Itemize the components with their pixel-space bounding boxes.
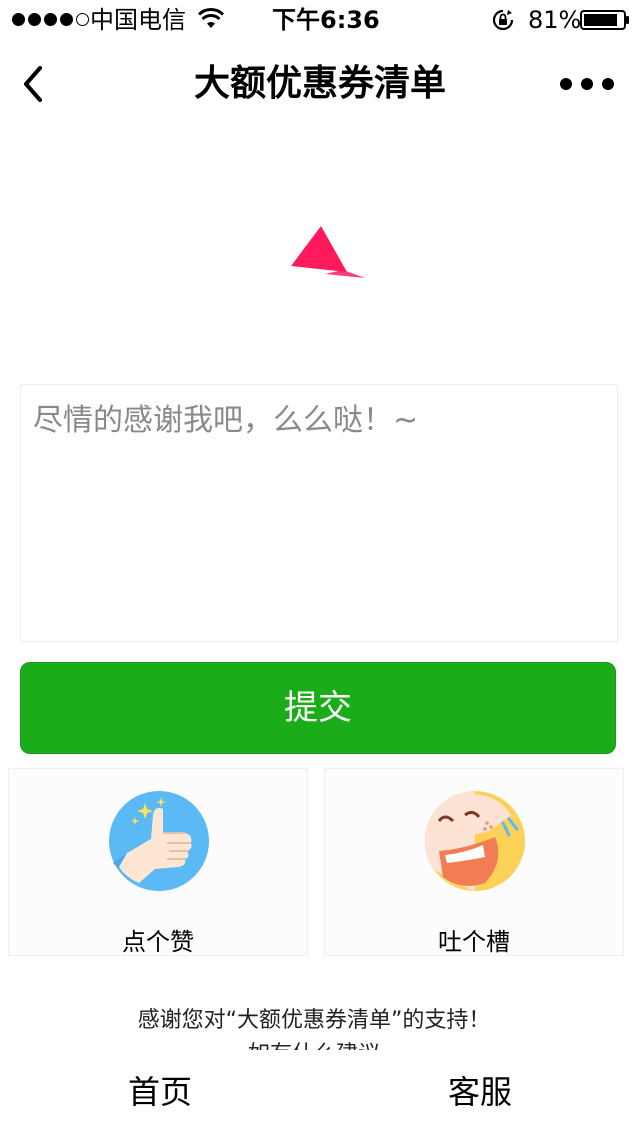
thanks-text: 感谢您对“大额优惠券清单”的支持！ [137, 1008, 491, 1033]
nav-bar: 大额优惠券清单 [0, 40, 640, 128]
wifi-icon [198, 8, 224, 28]
battery-percentage: 81% [528, 6, 582, 34]
laughing-face-icon [425, 791, 525, 891]
carrier-name: 中国电信 [90, 6, 186, 34]
thumbs-up-icon [109, 791, 209, 891]
status-bar: 中国电信 下午6:36 81% [0, 0, 640, 40]
rotation-lock-icon [492, 9, 514, 31]
roast-card[interactable]: 吐个槽 [324, 768, 624, 956]
signal-strength-icon [12, 13, 89, 26]
back-icon[interactable] [18, 62, 48, 106]
tab-home[interactable]: 首页 [80, 1070, 240, 1114]
submit-button[interactable]: 提交 [20, 662, 616, 754]
roast-label: 吐个槽 [438, 928, 510, 956]
loader-icon [291, 226, 365, 278]
tab-bar: 首页 客服 [0, 1050, 640, 1136]
like-card[interactable]: 点个赞 [8, 768, 308, 956]
tab-customer-service[interactable]: 客服 [400, 1070, 560, 1114]
page-title: 大额优惠券清单 [193, 63, 446, 104]
more-icon[interactable] [560, 78, 614, 90]
page: 中国电信 下午6:36 81% 大额优惠券清单 尽情的感谢我吧，么么哒！~ 提交… [0, 0, 640, 1136]
battery-icon [580, 10, 629, 30]
status-time: 下午6:36 [272, 6, 380, 34]
like-label: 点个赞 [122, 928, 194, 956]
feedback-input[interactable] [20, 384, 618, 642]
